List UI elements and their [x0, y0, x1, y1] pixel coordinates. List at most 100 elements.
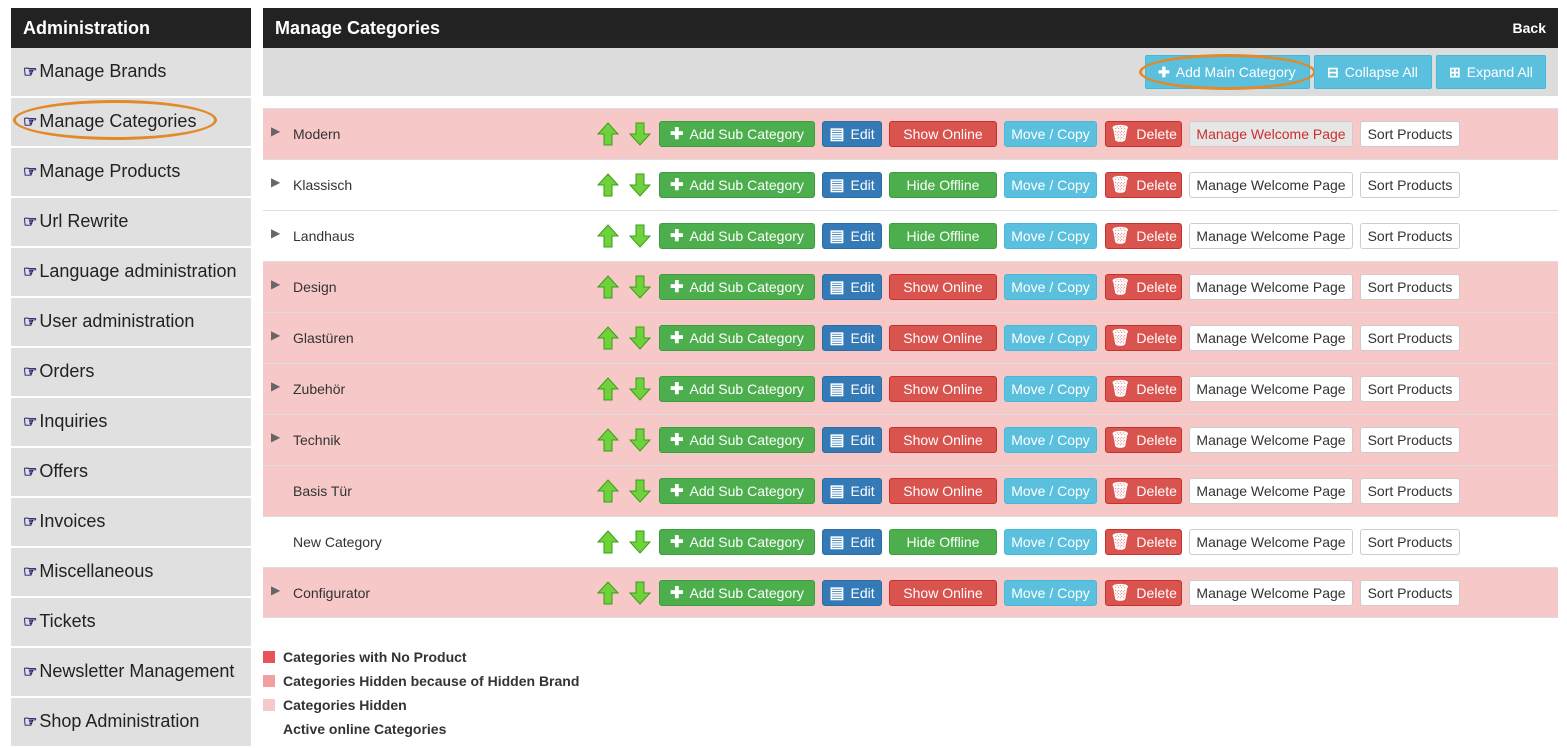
arrow-up-icon[interactable]: [597, 275, 619, 299]
sidebar-item-tickets[interactable]: ☞ Tickets: [11, 598, 251, 648]
sort-products-button[interactable]: Sort Products: [1360, 121, 1460, 147]
arrow-up-icon[interactable]: [597, 377, 619, 401]
expand-triangle-icon[interactable]: ▶: [271, 124, 280, 138]
sort-products-button[interactable]: Sort Products: [1360, 478, 1460, 504]
sort-products-button[interactable]: Sort Products: [1360, 427, 1460, 453]
add-sub-category-button[interactable]: ✚ Add Sub Category: [659, 478, 815, 504]
arrow-up-icon[interactable]: [597, 224, 619, 248]
sidebar-item-language-administration[interactable]: ☞ Language administration: [11, 248, 251, 298]
add-sub-category-button[interactable]: ✚ Add Sub Category: [659, 223, 815, 249]
move-copy-button[interactable]: Move / Copy: [1004, 121, 1097, 147]
delete-button[interactable]: 🗑 Delete: [1105, 325, 1182, 351]
visibility-toggle-button[interactable]: Show Online: [889, 274, 997, 300]
add-sub-category-button[interactable]: ✚ Add Sub Category: [659, 580, 815, 606]
add-main-category-button[interactable]: ✚ Add Main Category: [1145, 55, 1310, 89]
edit-button[interactable]: ▤ Edit: [822, 274, 882, 300]
edit-button[interactable]: ▤ Edit: [822, 376, 882, 402]
arrow-down-icon[interactable]: [629, 275, 651, 299]
sidebar-item-miscellaneous[interactable]: ☞ Miscellaneous: [11, 548, 251, 598]
expand-all-button[interactable]: ⊞ Expand All: [1436, 55, 1546, 89]
delete-button[interactable]: 🗑 Delete: [1105, 427, 1182, 453]
arrow-down-icon[interactable]: [629, 530, 651, 554]
sort-products-button[interactable]: Sort Products: [1360, 580, 1460, 606]
visibility-toggle-button[interactable]: Hide Offline: [889, 223, 997, 249]
expand-triangle-icon[interactable]: ▶: [271, 583, 280, 597]
arrow-up-icon[interactable]: [597, 173, 619, 197]
manage-welcome-page-button[interactable]: Manage Welcome Page: [1189, 580, 1353, 606]
arrow-down-icon[interactable]: [629, 224, 651, 248]
edit-button[interactable]: ▤ Edit: [822, 325, 882, 351]
arrow-down-icon[interactable]: [629, 479, 651, 503]
sort-products-button[interactable]: Sort Products: [1360, 325, 1460, 351]
manage-welcome-page-button[interactable]: Manage Welcome Page: [1189, 478, 1353, 504]
sidebar-item-invoices[interactable]: ☞ Invoices: [11, 498, 251, 548]
sort-products-button[interactable]: Sort Products: [1360, 172, 1460, 198]
manage-welcome-page-button[interactable]: Manage Welcome Page: [1189, 274, 1353, 300]
sidebar-item-url-rewrite[interactable]: ☞ Url Rewrite: [11, 198, 251, 248]
visibility-toggle-button[interactable]: Show Online: [889, 580, 997, 606]
manage-welcome-page-button[interactable]: Manage Welcome Page: [1189, 376, 1353, 402]
sort-products-button[interactable]: Sort Products: [1360, 223, 1460, 249]
add-sub-category-button[interactable]: ✚ Add Sub Category: [659, 274, 815, 300]
sidebar-item-newsletter-management[interactable]: ☞ Newsletter Management: [11, 648, 251, 698]
arrow-up-icon[interactable]: [597, 479, 619, 503]
arrow-up-icon[interactable]: [597, 581, 619, 605]
delete-button[interactable]: 🗑 Delete: [1105, 274, 1182, 300]
arrow-down-icon[interactable]: [629, 428, 651, 452]
expand-triangle-icon[interactable]: ▶: [271, 379, 280, 393]
arrow-down-icon[interactable]: [629, 377, 651, 401]
sidebar-item-manage-products[interactable]: ☞ Manage Products: [11, 148, 251, 198]
edit-button[interactable]: ▤ Edit: [822, 529, 882, 555]
expand-triangle-icon[interactable]: ▶: [271, 175, 280, 189]
add-sub-category-button[interactable]: ✚ Add Sub Category: [659, 376, 815, 402]
edit-button[interactable]: ▤ Edit: [822, 172, 882, 198]
delete-button[interactable]: 🗑 Delete: [1105, 478, 1182, 504]
delete-button[interactable]: 🗑 Delete: [1105, 376, 1182, 402]
move-copy-button[interactable]: Move / Copy: [1004, 376, 1097, 402]
sort-products-button[interactable]: Sort Products: [1360, 274, 1460, 300]
sidebar-item-orders[interactable]: ☞ Orders: [11, 348, 251, 398]
visibility-toggle-button[interactable]: Show Online: [889, 478, 997, 504]
expand-triangle-icon[interactable]: ▶: [271, 328, 280, 342]
visibility-toggle-button[interactable]: Show Online: [889, 427, 997, 453]
expand-triangle-icon[interactable]: ▶: [271, 226, 280, 240]
move-copy-button[interactable]: Move / Copy: [1004, 478, 1097, 504]
sidebar-item-user-administration[interactable]: ☞ User administration: [11, 298, 251, 348]
delete-button[interactable]: 🗑 Delete: [1105, 529, 1182, 555]
move-copy-button[interactable]: Move / Copy: [1004, 427, 1097, 453]
add-sub-category-button[interactable]: ✚ Add Sub Category: [659, 121, 815, 147]
visibility-toggle-button[interactable]: Hide Offline: [889, 172, 997, 198]
arrow-down-icon[interactable]: [629, 122, 651, 146]
expand-triangle-icon[interactable]: ▶: [271, 430, 280, 444]
sidebar-item-manage-categories[interactable]: ☞ Manage Categories: [11, 98, 251, 148]
arrow-up-icon[interactable]: [597, 530, 619, 554]
visibility-toggle-button[interactable]: Hide Offline: [889, 529, 997, 555]
manage-welcome-page-button[interactable]: Manage Welcome Page: [1189, 325, 1353, 351]
move-copy-button[interactable]: Move / Copy: [1004, 325, 1097, 351]
sort-products-button[interactable]: Sort Products: [1360, 529, 1460, 555]
sidebar-item-manage-brands[interactable]: ☞ Manage Brands: [11, 48, 251, 98]
sort-products-button[interactable]: Sort Products: [1360, 376, 1460, 402]
delete-button[interactable]: 🗑 Delete: [1105, 580, 1182, 606]
arrow-down-icon[interactable]: [629, 173, 651, 197]
add-sub-category-button[interactable]: ✚ Add Sub Category: [659, 172, 815, 198]
sidebar-item-offers[interactable]: ☞ Offers: [11, 448, 251, 498]
move-copy-button[interactable]: Move / Copy: [1004, 529, 1097, 555]
add-sub-category-button[interactable]: ✚ Add Sub Category: [659, 427, 815, 453]
delete-button[interactable]: 🗑 Delete: [1105, 223, 1182, 249]
expand-triangle-icon[interactable]: ▶: [271, 277, 280, 291]
arrow-up-icon[interactable]: [597, 326, 619, 350]
arrow-down-icon[interactable]: [629, 581, 651, 605]
back-link[interactable]: Back: [1513, 20, 1546, 36]
add-sub-category-button[interactable]: ✚ Add Sub Category: [659, 325, 815, 351]
manage-welcome-page-button[interactable]: Manage Welcome Page: [1189, 529, 1353, 555]
sidebar-item-shop-administration[interactable]: ☞ Shop Administration: [11, 698, 251, 748]
add-sub-category-button[interactable]: ✚ Add Sub Category: [659, 529, 815, 555]
edit-button[interactable]: ▤ Edit: [822, 478, 882, 504]
manage-welcome-page-button[interactable]: Manage Welcome Page: [1189, 427, 1353, 453]
visibility-toggle-button[interactable]: Show Online: [889, 325, 997, 351]
edit-button[interactable]: ▤ Edit: [822, 121, 882, 147]
visibility-toggle-button[interactable]: Show Online: [889, 121, 997, 147]
visibility-toggle-button[interactable]: Show Online: [889, 376, 997, 402]
arrow-up-icon[interactable]: [597, 122, 619, 146]
